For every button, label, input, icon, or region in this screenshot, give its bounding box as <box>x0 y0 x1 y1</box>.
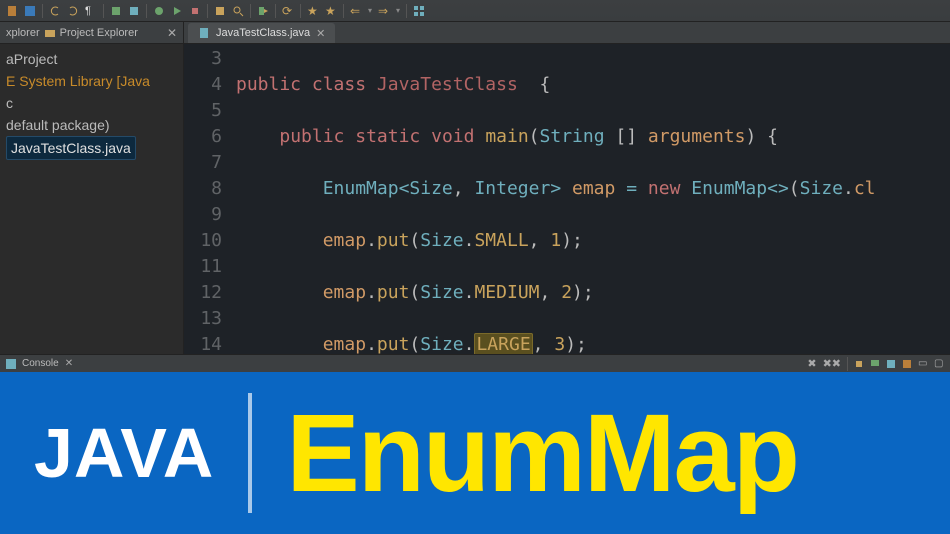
line-number: 13 <box>188 306 222 332</box>
project-explorer-icon <box>44 27 56 39</box>
minimize-icon[interactable]: ▭ <box>918 359 928 369</box>
line-gutter: 3 4 5 6 7 8 9 10 11 12 13 14 <box>184 44 232 354</box>
toolbar-separator <box>42 4 43 18</box>
star-left-icon[interactable]: ★ <box>307 5 319 17</box>
project-explorer-tab-label[interactable]: Project Explorer <box>60 27 138 39</box>
sync-icon[interactable]: ⟳ <box>282 5 294 17</box>
tree-item-jre[interactable]: E System Library [Java <box>4 70 183 92</box>
console-label[interactable]: Console <box>22 358 59 369</box>
open-icon[interactable] <box>128 5 140 17</box>
tree-item-project[interactable]: aProject <box>4 48 183 70</box>
toolbar-separator <box>146 4 147 18</box>
new-icon[interactable] <box>110 5 122 17</box>
toolbar-separator <box>300 4 301 18</box>
save-icon[interactable] <box>24 5 36 17</box>
close-icon[interactable]: ✕ <box>167 26 177 40</box>
editor-tab[interactable]: JavaTestClass.java ✕ <box>188 23 335 43</box>
line-number: 8 <box>188 176 222 202</box>
console-icon <box>6 359 16 369</box>
undo-icon[interactable] <box>49 5 61 17</box>
toolbar-separator <box>406 4 407 18</box>
code-line: public class JavaTestClass { <box>236 72 950 98</box>
tree-item-src[interactable]: c <box>4 92 183 114</box>
search-icon[interactable] <box>232 5 244 17</box>
tree-item-label: aProject <box>6 51 57 67</box>
toolbar-separator <box>275 4 276 18</box>
nav-fwd-icon[interactable]: ⇒ <box>378 5 390 17</box>
maximize-icon[interactable]: ▢ <box>934 359 944 369</box>
java-file-icon <box>198 27 210 39</box>
banner-divider <box>248 393 252 513</box>
package-icon[interactable] <box>214 5 226 17</box>
toolbar-separator <box>250 4 251 18</box>
main-toolbar: ¶ ⟳ ★ ★ ⇐ ▾ ⇒ ▾ <box>0 0 950 22</box>
file-icon[interactable] <box>6 5 18 17</box>
console-panel-header: Console ✕ ✖ ✖✖ ▭ ▢ <box>0 354 950 372</box>
project-tree: aProject E System Library [Java c defaul… <box>0 44 183 164</box>
toolbar-separator <box>847 357 848 371</box>
close-icon[interactable]: ✕ <box>316 27 325 40</box>
title-banner: JAVA EnumMap <box>0 372 950 534</box>
line-number: 9 <box>188 202 222 228</box>
tree-item-file[interactable]: JavaTestClass.java <box>4 136 183 160</box>
tree-item-package[interactable]: default package) <box>4 114 183 136</box>
line-number: 10 <box>188 228 222 254</box>
run-icon[interactable] <box>171 5 183 17</box>
code-line: emap.put(Size.MEDIUM, 2); <box>236 280 950 306</box>
line-number: 3 <box>188 46 222 72</box>
code-editor[interactable]: 3 4 5 6 7 8 9 10 11 12 13 14 public clas… <box>184 44 950 354</box>
editor-area: JavaTestClass.java ✕ 3 4 5 6 7 8 9 10 11… <box>184 22 950 354</box>
tree-item-label: E System Library [Java <box>6 73 150 89</box>
editor-tab-bar: JavaTestClass.java ✕ <box>184 22 950 44</box>
tree-item-label: JavaTestClass.java <box>6 136 136 160</box>
stop-icon[interactable] <box>189 5 201 17</box>
debug-icon[interactable] <box>153 5 165 17</box>
banner-java-label: JAVA <box>34 413 214 493</box>
banner-enummap-label: EnumMap <box>286 390 798 517</box>
project-explorer-header: xplorer Project Explorer ✕ <box>0 22 183 44</box>
paragraph-icon[interactable]: ¶ <box>85 5 97 17</box>
code-line: emap.put(Size.LARGE, 3); <box>236 332 950 354</box>
pin-icon[interactable] <box>854 359 864 369</box>
line-number: 12 <box>188 280 222 306</box>
line-number: 6 <box>188 124 222 150</box>
line-number: 7 <box>188 150 222 176</box>
tree-item-label: c <box>6 95 13 111</box>
perspective-icon[interactable] <box>413 5 425 17</box>
line-number: 5 <box>188 98 222 124</box>
toolbar-separator <box>207 4 208 18</box>
new-console-icon[interactable] <box>902 359 912 369</box>
project-explorer-panel: xplorer Project Explorer ✕ aProject E Sy… <box>0 22 184 354</box>
toolbar-separator <box>103 4 104 18</box>
tree-item-label: default package) <box>6 117 110 133</box>
toggle-icon[interactable] <box>886 359 896 369</box>
line-number: 4 <box>188 72 222 98</box>
remove-all-icon[interactable]: ✖✖ <box>823 357 841 370</box>
nav-back-icon[interactable]: ⇐ <box>350 5 362 17</box>
exit-icon[interactable] <box>257 5 269 17</box>
star-right-icon[interactable]: ★ <box>325 5 337 17</box>
chevron-down-icon[interactable]: ▾ <box>396 6 400 15</box>
code-content[interactable]: public class JavaTestClass { public stat… <box>232 44 950 354</box>
remove-icon[interactable]: ✖ <box>807 357 816 370</box>
line-number: 11 <box>188 254 222 280</box>
code-line: public static void main(String [] argume… <box>236 124 950 150</box>
display-icon[interactable] <box>870 359 880 369</box>
line-number: 14 <box>188 332 222 354</box>
redo-icon[interactable] <box>67 5 79 17</box>
code-line: EnumMap<Size, Integer> emap = new EnumMa… <box>236 176 950 202</box>
toolbar-separator <box>343 4 344 18</box>
chevron-down-icon[interactable]: ▾ <box>368 6 372 15</box>
close-icon[interactable]: ✕ <box>65 358 73 369</box>
console-toolbar: ✖ ✖✖ ▭ ▢ <box>807 357 944 371</box>
editor-tab-label: JavaTestClass.java <box>216 27 310 39</box>
code-line: emap.put(Size.SMALL, 1); <box>236 228 950 254</box>
explorer-header-label: xplorer <box>6 27 40 39</box>
